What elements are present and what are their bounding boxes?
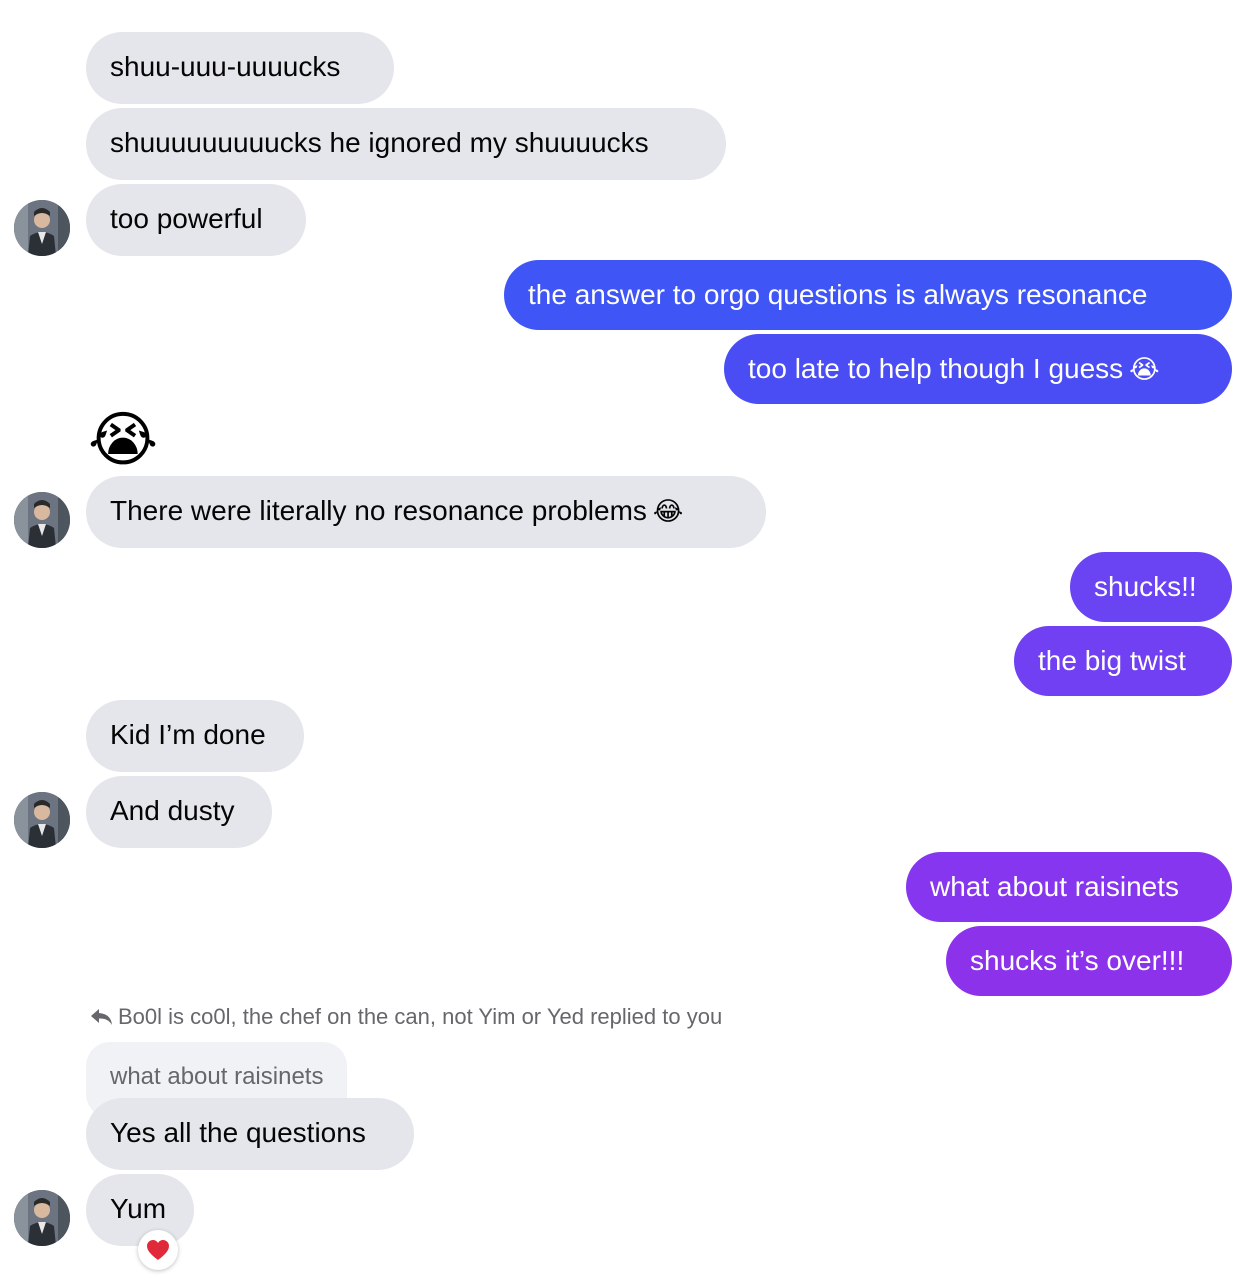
message-bubble-outgoing[interactable]: shucks it’s over!!! — [946, 926, 1232, 996]
message-text: shuuuuuuuuucks he ignored my shuuuucks — [110, 127, 649, 158]
message-bubble-outgoing[interactable]: too late to help though I guess 😭 — [724, 334, 1232, 404]
message-bubble-incoming[interactable]: There were literally no resonance proble… — [86, 476, 766, 548]
person-avatar-icon — [14, 492, 70, 548]
reply-indicator: Bo0l is co0l, the chef on the can, not Y… — [90, 1002, 722, 1032]
message-bubble-outgoing[interactable]: shucks!! — [1070, 552, 1232, 622]
loudly-crying-emoji-icon: 😭 — [1129, 354, 1160, 384]
message-text: what about raisinets — [930, 871, 1180, 902]
message-bubble-outgoing[interactable]: the answer to orgo questions is always r… — [504, 260, 1232, 330]
laughing-tears-emoji-icon: 😂 — [652, 496, 684, 526]
message-text: the answer to orgo questions is always r… — [528, 279, 1148, 310]
message-text: Kid I’m done — [110, 719, 266, 750]
person-avatar-icon — [14, 1190, 70, 1246]
message-bubble-incoming[interactable]: too powerful — [86, 184, 306, 256]
quoted-text: what about raisinets — [110, 1063, 324, 1090]
avatar[interactable] — [14, 1190, 70, 1246]
message-bubble-incoming[interactable]: Kid I’m done — [86, 700, 304, 772]
loudly-crying-emoji-icon[interactable]: 😭 — [88, 408, 158, 472]
reply-arrow-icon — [91, 1009, 112, 1025]
person-avatar-icon — [14, 792, 70, 848]
message-text: the big twist — [1038, 645, 1186, 676]
heart-icon — [147, 1240, 169, 1260]
message-bubble-incoming[interactable]: shuuuuuuuuucks he ignored my shuuuucks — [86, 108, 726, 180]
message-text: Yes all the questions — [110, 1117, 366, 1148]
message-text: Yum — [110, 1193, 167, 1224]
avatar[interactable] — [14, 200, 70, 256]
message-text: shucks it’s over!!! — [970, 945, 1185, 976]
message-bubble-incoming[interactable]: And dusty — [86, 776, 272, 848]
avatar[interactable] — [14, 792, 70, 848]
message-text: shucks!! — [1094, 571, 1197, 602]
person-avatar-icon — [14, 200, 70, 256]
message-bubble-incoming[interactable]: Yum — [86, 1174, 194, 1246]
heart-reaction[interactable] — [138, 1230, 178, 1270]
message-bubble-incoming[interactable]: Yes all the questions — [86, 1098, 414, 1170]
message-text: And dusty — [110, 795, 235, 826]
message-bubble-outgoing[interactable]: what about raisinets — [906, 852, 1232, 922]
reply-note-text: Bo0l is co0l, the chef on the can, not Y… — [118, 1004, 723, 1029]
message-bubble-outgoing[interactable]: the big twist — [1014, 626, 1232, 696]
message-text: too late to help though I guess — [748, 353, 1124, 384]
message-text: too powerful — [110, 203, 263, 234]
message-text: shuu-uuu-uuuucks — [110, 51, 341, 82]
avatar[interactable] — [14, 492, 70, 548]
message-text: There were literally no resonance proble… — [110, 495, 647, 526]
message-bubble-incoming[interactable]: shuu-uuu-uuuucks — [86, 32, 394, 104]
